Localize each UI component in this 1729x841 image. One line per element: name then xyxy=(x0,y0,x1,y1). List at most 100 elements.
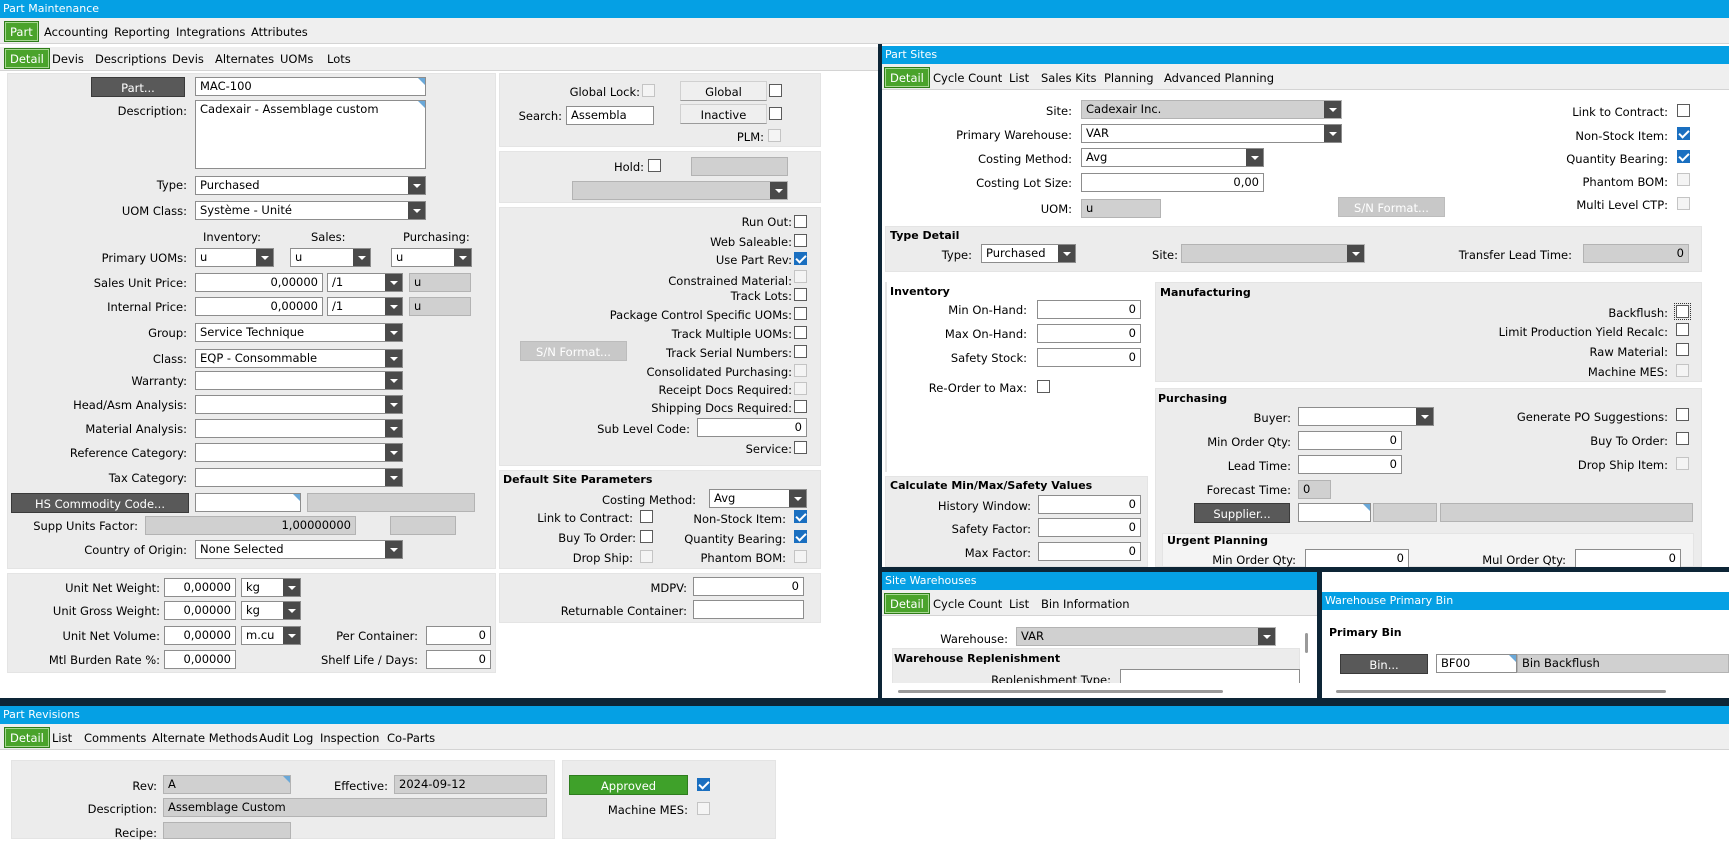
rev-tab-alternate-methods[interactable]: Alternate Methods xyxy=(150,728,260,749)
country-origin-select[interactable]: None Selected xyxy=(195,540,403,559)
internal-price-per-select[interactable]: /1 xyxy=(327,297,403,316)
pkg-control-checkbox[interactable] xyxy=(794,307,807,320)
uom-class-select[interactable]: Système - Unité xyxy=(195,201,426,220)
ds-buy-to-order-checkbox[interactable] xyxy=(640,530,653,543)
warehouse-select[interactable]: VAR xyxy=(1016,627,1276,646)
head-asm-select[interactable] xyxy=(195,395,403,414)
rev-tab-list[interactable]: List xyxy=(50,728,74,749)
gross-weight-uom-select[interactable]: kg xyxy=(241,601,301,620)
mdpv-input[interactable]: 0 xyxy=(693,577,804,596)
track-serial-checkbox[interactable] xyxy=(794,345,807,358)
sales-uom-select[interactable]: u xyxy=(290,248,371,267)
class-select[interactable]: EQP - Consommable xyxy=(195,349,403,368)
group-select[interactable]: Service Technique xyxy=(195,323,403,342)
bin-button[interactable]: Bin... xyxy=(1340,654,1428,674)
approved-checkbox[interactable] xyxy=(697,778,710,791)
reorder-max-checkbox[interactable] xyxy=(1037,380,1050,393)
warranty-select[interactable] xyxy=(195,371,403,390)
global-button[interactable]: Global xyxy=(680,81,767,101)
max-factor-input[interactable]: 0 xyxy=(1038,542,1141,561)
sites-non-stock-checkbox[interactable] xyxy=(1677,127,1690,140)
reference-category-select[interactable] xyxy=(195,443,403,462)
tab-reporting[interactable]: Reporting xyxy=(112,22,172,43)
material-analysis-select[interactable] xyxy=(195,419,403,438)
hs-commodity-button[interactable]: HS Commodity Code... xyxy=(11,493,189,513)
tab-devis[interactable]: Devis xyxy=(50,49,86,70)
rev-tab-audit-log[interactable]: Audit Log xyxy=(257,728,315,749)
tab-devis-2[interactable]: Devis xyxy=(170,49,206,70)
tab-descriptions[interactable]: Descriptions xyxy=(93,49,169,70)
approved-button[interactable]: Approved xyxy=(569,775,688,795)
buy-to-order-checkbox[interactable] xyxy=(1676,432,1689,445)
net-weight-uom-select[interactable]: kg xyxy=(241,578,301,597)
net-volume-input[interactable]: 0,00000 xyxy=(164,626,236,645)
sites-tab-cycle-count[interactable]: Cycle Count xyxy=(931,68,1004,89)
wh-tab-bin-information[interactable]: Bin Information xyxy=(1039,594,1132,615)
backflush-checkbox[interactable] xyxy=(1674,303,1691,320)
wh-tab-detail[interactable]: Detail xyxy=(884,593,930,614)
tab-part[interactable]: Part xyxy=(4,21,39,42)
sites-tab-sales-kits[interactable]: Sales Kits xyxy=(1039,68,1099,89)
global-checkbox[interactable] xyxy=(769,84,782,97)
sites-costing-select[interactable]: Avg xyxy=(1081,148,1264,167)
safety-stock-input[interactable]: 0 xyxy=(1037,348,1141,367)
inactive-checkbox[interactable] xyxy=(769,107,782,120)
returnable-input[interactable] xyxy=(693,600,804,619)
warehouse-hscrollbar[interactable] xyxy=(898,690,1223,693)
gross-weight-input[interactable]: 0,00000 xyxy=(164,601,236,620)
buyer-select[interactable] xyxy=(1298,407,1434,426)
wh-tab-list[interactable]: List xyxy=(1007,594,1031,615)
site-select[interactable]: Cadexair Inc. xyxy=(1081,100,1342,119)
rev-tab-co-parts[interactable]: Co-Parts xyxy=(385,728,437,749)
rev-tab-detail[interactable]: Detail xyxy=(4,727,50,748)
min-on-hand-input[interactable]: 0 xyxy=(1037,300,1141,319)
costing-lot-size-input[interactable]: 0,00 xyxy=(1081,173,1264,192)
urgent-mul-order-input[interactable]: 0 xyxy=(1575,549,1681,568)
rev-tab-comments[interactable]: Comments xyxy=(82,728,148,749)
min-order-qty-input[interactable]: 0 xyxy=(1298,431,1402,450)
supplier-button[interactable]: Supplier... xyxy=(1194,503,1290,523)
net-volume-uom-select[interactable]: m.cu xyxy=(241,626,301,645)
bin-code-input[interactable]: BF00 xyxy=(1436,654,1517,673)
history-window-input[interactable]: 0 xyxy=(1038,495,1141,514)
warehouse-vscrollbar[interactable] xyxy=(1305,633,1308,653)
bin-hscrollbar[interactable] xyxy=(1336,690,1666,693)
td-type-select[interactable]: Purchased xyxy=(981,244,1076,263)
lead-time-input[interactable]: 0 xyxy=(1298,455,1402,474)
tab-detail[interactable]: Detail xyxy=(4,48,50,69)
sites-qty-bearing-checkbox[interactable] xyxy=(1677,150,1690,163)
use-part-rev-checkbox[interactable] xyxy=(794,252,807,265)
web-saleable-checkbox[interactable] xyxy=(794,234,807,247)
shelf-life-input[interactable]: 0 xyxy=(426,650,491,669)
run-out-checkbox[interactable] xyxy=(794,215,807,228)
sites-link-contract-checkbox[interactable] xyxy=(1677,104,1690,117)
sales-price-input[interactable]: 0,00000 xyxy=(195,273,323,292)
internal-price-input[interactable]: 0,00000 xyxy=(195,297,323,316)
sites-tab-advanced-planning[interactable]: Advanced Planning xyxy=(1162,68,1276,89)
safety-factor-input[interactable]: 0 xyxy=(1038,518,1141,537)
sites-tab-planning[interactable]: Planning xyxy=(1102,68,1156,89)
net-weight-input[interactable]: 0,00000 xyxy=(164,578,236,597)
urgent-min-order-input[interactable]: 0 xyxy=(1305,549,1409,568)
sub-level-code-input[interactable]: 0 xyxy=(697,418,807,437)
tab-alternates[interactable]: Alternates xyxy=(213,49,276,70)
ds-link-contract-checkbox[interactable] xyxy=(640,510,653,523)
supplier-id-input[interactable] xyxy=(1298,503,1371,522)
generate-po-checkbox[interactable] xyxy=(1676,408,1689,421)
service-checkbox[interactable] xyxy=(794,441,807,454)
limit-yield-checkbox[interactable] xyxy=(1676,323,1689,336)
part-button[interactable]: Part... xyxy=(91,77,185,97)
type-select[interactable]: Purchased xyxy=(195,176,426,195)
tab-attributes[interactable]: Attributes xyxy=(249,22,310,43)
sites-tab-detail[interactable]: Detail xyxy=(884,67,930,88)
ds-non-stock-checkbox[interactable] xyxy=(794,510,807,523)
sales-price-per-select[interactable]: /1 xyxy=(327,273,403,292)
track-multiple-uoms-checkbox[interactable] xyxy=(794,326,807,339)
tab-accounting[interactable]: Accounting xyxy=(42,22,110,43)
inactive-button[interactable]: Inactive xyxy=(680,104,767,124)
description-input[interactable]: Cadexair - Assemblage custom xyxy=(195,100,426,169)
max-on-hand-input[interactable]: 0 xyxy=(1037,324,1141,343)
ds-qty-bearing-checkbox[interactable] xyxy=(794,530,807,543)
tab-lots[interactable]: Lots xyxy=(325,49,353,70)
hs-commodity-input[interactable] xyxy=(195,493,301,512)
